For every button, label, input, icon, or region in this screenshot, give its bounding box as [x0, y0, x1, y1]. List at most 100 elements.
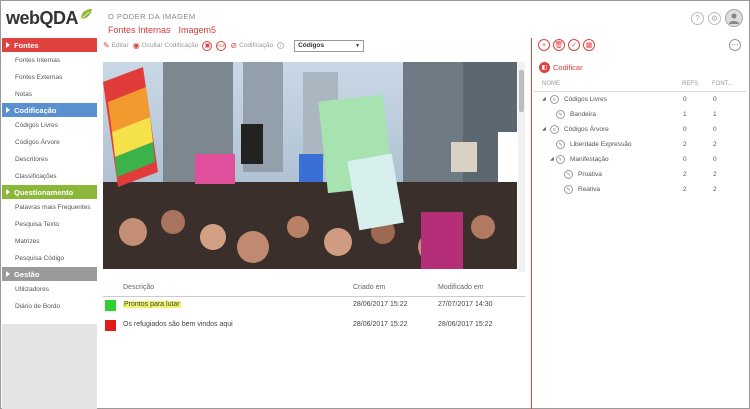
sidebar-item-diario[interactable]: Diário de Bordo: [2, 298, 97, 315]
logo-text: webQDA: [6, 7, 79, 28]
node-label: Bandeira: [570, 111, 597, 118]
node-fonts: 1: [713, 111, 717, 118]
sidebar-item-codigos-arvore[interactable]: Códigos Árvore: [2, 134, 97, 151]
sidebar-section-codificacao[interactable]: Codificação: [2, 103, 97, 117]
tree-node-codigos-livres[interactable]: ◢ ≡ Códigos Livres 0 0: [534, 93, 746, 108]
col-modificado-em[interactable]: Modificado em: [438, 284, 484, 291]
section-title: Codificação: [14, 105, 57, 115]
tree-node-codigos-arvore[interactable]: ◢ ≡ Códigos Árvore 0 0: [534, 123, 746, 138]
node-label: Códigos Árvore: [564, 126, 609, 133]
source-image[interactable]: [103, 62, 517, 269]
col-nome[interactable]: NOME: [542, 81, 560, 87]
sidebar-item-matrizes[interactable]: Matrizes: [2, 233, 97, 250]
table-row[interactable]: Prontos para lutar 28/06/2017 15:22 27/0…: [103, 298, 525, 316]
sidebar-section-questionamento[interactable]: Questionamento: [2, 185, 97, 199]
check-icon[interactable]: ✓: [568, 39, 580, 51]
collapse-icon[interactable]: ◢: [550, 156, 554, 162]
row-created: 28/06/2017 15:22: [353, 301, 408, 308]
node-refs: 2: [683, 141, 687, 148]
info-icon[interactable]: i: [277, 42, 285, 49]
collapse-icon[interactable]: ◢: [542, 96, 546, 102]
sidebar-item-fontes-externas[interactable]: Fontes Externas: [2, 69, 97, 86]
folder-icon: ≡: [550, 95, 559, 104]
col-criado-em[interactable]: Criado em: [353, 284, 385, 291]
sidebar-item-codigos-livres[interactable]: Códigos Livres: [2, 117, 97, 134]
sidebar: Fontes Fontes Internas Fontes Externas N…: [2, 38, 97, 409]
hide-coding-button[interactable]: ◉ Ocultar Codificação: [133, 41, 199, 50]
col-fontes[interactable]: FONT...: [712, 81, 733, 87]
row-description: Prontos para lutar: [123, 301, 181, 308]
node-fonts: 2: [713, 141, 717, 148]
delete-icon[interactable]: 🗑: [553, 39, 565, 51]
scrollbar-thumb[interactable]: [519, 70, 524, 112]
settings-icon[interactable]: ⚙: [708, 11, 721, 25]
section-title: Fontes: [14, 40, 39, 50]
toolbar: ✎ Editar ◉ Ocultar Codificação ▣ PDF ⊘ C…: [103, 38, 528, 53]
table-row[interactable]: Os refugiados são bem vindos aqui 28/06/…: [103, 318, 525, 336]
node-fonts: 2: [713, 171, 717, 178]
node-refs: 0: [683, 96, 687, 103]
collapse-icon[interactable]: ◢: [542, 126, 546, 132]
caret-right-icon: [6, 189, 10, 195]
row-description: Os refugiados são bem vindos aqui: [123, 321, 233, 328]
coding-button[interactable]: ⊘ Codificação: [230, 41, 273, 50]
node-label: Liberdade Expressão: [570, 141, 632, 148]
section-title: Questionamento: [14, 187, 74, 197]
top-icons: ? ⚙: [691, 9, 743, 27]
breadcrumb-fontes-internas[interactable]: Fontes Internas: [108, 25, 171, 35]
help-icon[interactable]: ?: [691, 11, 704, 25]
tree-node-reativa[interactable]: ✎ Reativa 2 2: [534, 183, 746, 198]
folder-icon: ≡: [550, 125, 559, 134]
col-descricao[interactable]: Descrição: [123, 284, 154, 291]
image-scrollbar[interactable]: [518, 62, 525, 272]
node-label: Manifestação: [570, 156, 609, 163]
add-icon[interactable]: +: [538, 39, 550, 51]
tree-node-proativa[interactable]: ✎ Proativa 2 2: [534, 168, 746, 183]
sidebar-item-notas[interactable]: Notas: [2, 86, 97, 103]
code-icon: ◧: [539, 62, 550, 73]
node-refs: 2: [683, 186, 687, 193]
code-node-icon: ✎: [564, 185, 573, 194]
sidebar-section-gestao[interactable]: Gestão: [2, 267, 97, 281]
project-title: O PODER DA IMAGEM: [108, 12, 196, 21]
row-modified: 28/06/2017 15:22: [438, 321, 493, 328]
tree-node-manifestacao[interactable]: ◢ ✎ Manifestação 0 0: [534, 153, 746, 168]
node-fonts: 0: [713, 96, 717, 103]
code-tree-header: NOME REFS FONT...: [534, 81, 746, 92]
codificar-button[interactable]: ◧ Codificar: [539, 62, 583, 73]
pdf-icon[interactable]: PDF: [216, 40, 227, 51]
tag-icon: ⊘: [230, 41, 238, 50]
pencil-icon: ✎: [103, 41, 110, 50]
webqda-logo[interactable]: webQDA: [6, 7, 93, 29]
color-swatch: [105, 300, 116, 311]
edit-button[interactable]: ✎ Editar: [103, 41, 129, 50]
sidebar-item-palavras[interactable]: Palavras mais Frequentes: [2, 199, 97, 216]
codes-select-value: Códigos: [298, 42, 325, 49]
tree-node-liberdade-expressao[interactable]: ✎ Liberdade Expressão 2 2: [534, 138, 746, 153]
grid-icon[interactable]: ▦: [583, 39, 595, 51]
caret-right-icon: [6, 107, 10, 113]
more-options-icon[interactable]: ⋯: [729, 39, 741, 51]
sidebar-item-classificacoes[interactable]: Classificações: [2, 168, 97, 185]
breadcrumb-imagem[interactable]: Imagem5: [179, 25, 217, 35]
sidebar-item-fontes-internas[interactable]: Fontes Internas: [2, 52, 97, 69]
node-label: Códigos Livres: [564, 96, 607, 103]
node-refs: 0: [683, 126, 687, 133]
sidebar-item-utilizadores[interactable]: Utilizadores: [2, 281, 97, 298]
tree-node-bandeira[interactable]: ✎ Bandeira 1 1: [534, 108, 746, 123]
code-actions: + 🗑 ✓ ▦: [538, 39, 595, 51]
edit-label: Editar: [111, 42, 129, 49]
user-avatar[interactable]: [725, 9, 743, 27]
node-fonts: 2: [713, 186, 717, 193]
image-icon[interactable]: ▣: [202, 40, 213, 51]
node-refs: 1: [683, 111, 687, 118]
sidebar-item-descritores[interactable]: Descritores: [2, 151, 97, 168]
codes-select[interactable]: Códigos ▼: [294, 39, 365, 52]
col-refs[interactable]: REFS: [682, 81, 698, 87]
code-node-icon: ✎: [556, 155, 565, 164]
node-refs: 2: [683, 171, 687, 178]
sidebar-item-pesquisa-texto[interactable]: Pesquisa Texto: [2, 216, 97, 233]
sidebar-section-fontes[interactable]: Fontes: [2, 38, 97, 52]
sidebar-item-pesquisa-codigo[interactable]: Pesquisa Código: [2, 250, 97, 267]
breadcrumb: Fontes Internas Imagem5: [108, 25, 216, 35]
